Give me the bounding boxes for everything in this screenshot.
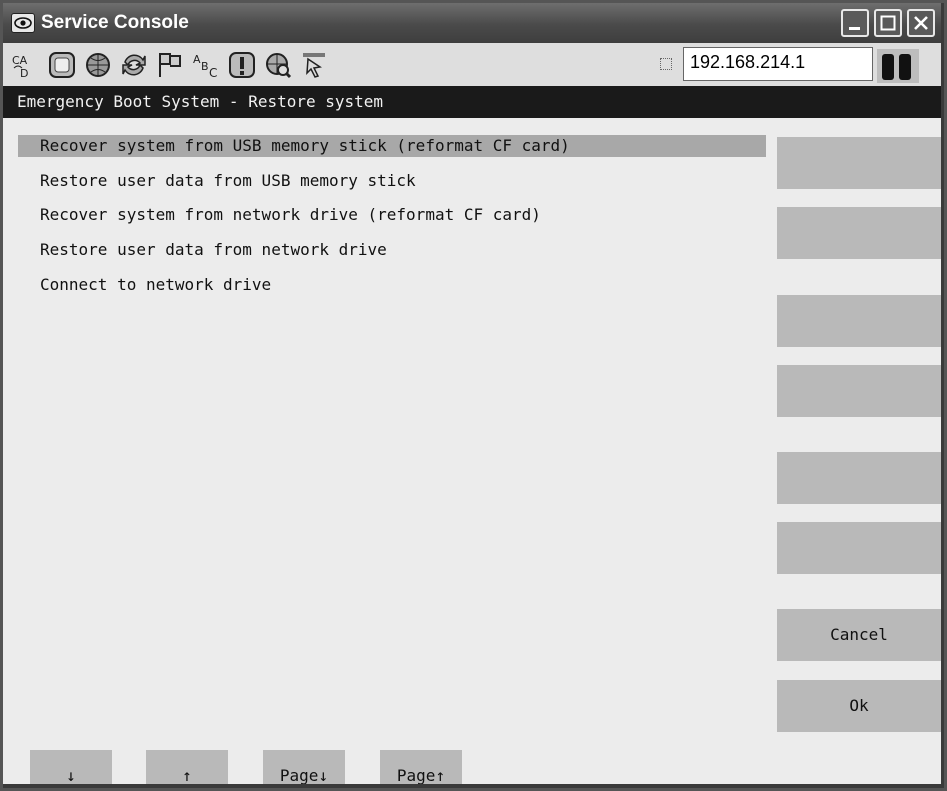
flags-icon[interactable] bbox=[155, 50, 185, 80]
softkey-4[interactable] bbox=[777, 365, 941, 417]
softkey-6[interactable] bbox=[777, 522, 941, 574]
menu-item-restore-network[interactable]: Restore user data from network drive bbox=[18, 239, 766, 261]
menu-item-restore-usb[interactable]: Restore user data from USB memory stick bbox=[18, 170, 766, 192]
window-title: Service Console bbox=[41, 12, 189, 33]
window-icon[interactable] bbox=[47, 50, 77, 80]
softkey-3[interactable] bbox=[777, 295, 941, 347]
menu-item-recover-usb[interactable]: Recover system from USB memory stick (re… bbox=[18, 135, 766, 157]
eye-icon[interactable] bbox=[11, 13, 35, 33]
softkey-2[interactable] bbox=[777, 207, 941, 259]
up-arrow-button[interactable]: ↑ bbox=[146, 750, 228, 784]
svg-text:C: C bbox=[209, 66, 217, 80]
down-arrow-button[interactable]: ↓ bbox=[30, 750, 112, 784]
page-down-button[interactable]: Page↓ bbox=[263, 750, 345, 784]
info-icon[interactable] bbox=[227, 50, 257, 80]
svg-text:D: D bbox=[20, 67, 28, 80]
page-up-button[interactable]: Page↑ bbox=[380, 750, 462, 784]
pointer-icon[interactable] bbox=[299, 50, 329, 80]
close-icon bbox=[914, 16, 928, 30]
maximize-icon bbox=[880, 15, 896, 31]
svg-text:A: A bbox=[193, 53, 201, 66]
ctrl-alt-del-icon[interactable]: CA D bbox=[11, 50, 41, 80]
globe-search-icon[interactable] bbox=[263, 50, 293, 80]
ip-marker-icon bbox=[660, 58, 672, 70]
softkey-1[interactable] bbox=[777, 137, 941, 189]
softkey-5[interactable] bbox=[777, 452, 941, 504]
ok-button[interactable]: Ok bbox=[777, 680, 941, 732]
ip-address-field[interactable]: 192.168.214.1 bbox=[683, 47, 873, 81]
globe-icon[interactable] bbox=[83, 50, 113, 80]
maximize-button[interactable] bbox=[874, 9, 902, 37]
pause-button[interactable] bbox=[877, 49, 919, 83]
abc-text-icon[interactable]: ABC bbox=[191, 50, 221, 80]
minimize-icon bbox=[849, 27, 860, 30]
menu-item-recover-network[interactable]: Recover system from network drive (refor… bbox=[18, 204, 766, 226]
title-bar[interactable]: Service Console bbox=[3, 3, 941, 43]
screen-header: Emergency Boot System - Restore system bbox=[3, 86, 941, 118]
close-button[interactable] bbox=[907, 9, 935, 37]
cancel-button[interactable]: Cancel bbox=[777, 609, 941, 661]
svg-text:B: B bbox=[201, 60, 209, 73]
svg-text:CA: CA bbox=[12, 54, 28, 67]
refresh-icon[interactable] bbox=[119, 50, 149, 80]
menu-item-connect-network[interactable]: Connect to network drive bbox=[18, 274, 766, 296]
minimize-button[interactable] bbox=[841, 9, 869, 37]
console-screen: Emergency Boot System - Restore system R… bbox=[3, 86, 941, 784]
pause-icon bbox=[882, 54, 894, 80]
